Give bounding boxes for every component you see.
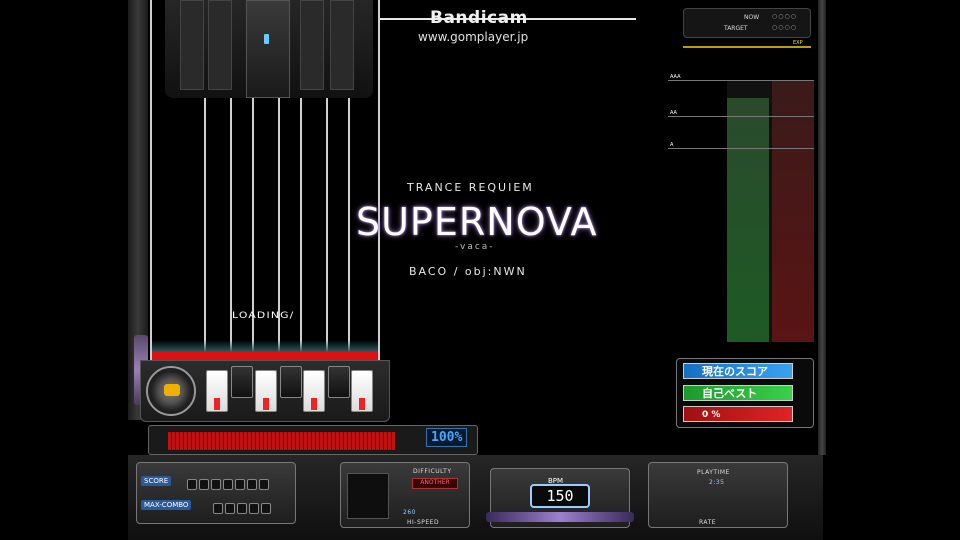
lane-divider <box>326 98 328 356</box>
judge-line <box>152 352 378 360</box>
top-slot <box>180 0 204 90</box>
key-led <box>263 398 269 410</box>
score-panel: SCORE MAX-COMBO <box>136 462 296 524</box>
judge-glow <box>152 340 378 352</box>
bpm-underline <box>486 512 634 522</box>
max-combo-label: MAX-COMBO <box>141 500 192 510</box>
target-tag: EXP <box>793 40 803 46</box>
song-genre: TRANCE REQUIEM <box>407 181 534 194</box>
speed-value: 260 <box>403 509 416 516</box>
grid-label-aa: AA <box>670 110 677 116</box>
song-subtitle: -vaca- <box>455 242 495 252</box>
legend-now-score: 現在のスコア <box>683 363 793 379</box>
header-now-label: NOW <box>744 14 760 21</box>
key-led <box>311 398 317 410</box>
turntable-label <box>164 384 180 396</box>
header-now-dots: ○○○○ <box>772 13 797 20</box>
song-artist: BACO / obj:NWN <box>409 265 527 278</box>
top-slot <box>208 0 232 90</box>
legend-personal-best: 自己ベスト <box>683 385 793 401</box>
loading-text: LOADING/ <box>232 311 295 321</box>
gauge-percent: 100% <box>426 428 468 447</box>
playtime-label: PLAYTIME <box>697 469 730 476</box>
key-led <box>214 398 220 410</box>
top-slot-center <box>246 0 290 98</box>
grid-label-a: A <box>670 142 674 148</box>
key-led <box>359 398 365 410</box>
graph-header: NOW ○○○○ TARGET ○○○○ <box>683 8 811 38</box>
groove-gauge <box>168 432 396 450</box>
lane-divider <box>300 98 302 356</box>
lane-divider <box>204 98 206 356</box>
watermark-url: www.gomplayer.jp <box>418 30 529 44</box>
difficulty-value: ANOTHER <box>412 478 458 489</box>
hi-speed-label: HI-SPEED <box>407 519 440 526</box>
legend-percent: 0 % <box>683 406 793 422</box>
grid-line-aaa <box>668 80 814 81</box>
right-frame <box>818 0 826 455</box>
key-2[interactable] <box>231 366 253 398</box>
now-score-bar <box>727 98 769 342</box>
score-digits <box>187 475 271 490</box>
watermark-title: Bandicam <box>430 8 528 28</box>
difficulty-panel: DIFFICULTY 260 HI-SPEED <box>340 462 470 528</box>
grid-line-aa <box>668 116 814 117</box>
graph-header-line <box>683 46 811 48</box>
key-4[interactable] <box>280 366 302 398</box>
top-indicator-led <box>264 34 269 44</box>
score-label: SCORE <box>141 476 172 486</box>
bpm-value: 150 <box>530 484 590 508</box>
header-target-dots: ○○○○ <box>772 24 797 31</box>
difficulty-label: DIFFICULTY <box>413 468 452 475</box>
grid-label-aaa: AAA <box>670 74 681 80</box>
max-combo-digits <box>213 499 273 514</box>
top-slot <box>300 0 324 90</box>
playtime-panel: PLAYTIME 2:35 RATE <box>648 462 788 528</box>
key-6[interactable] <box>328 366 350 398</box>
option-icons <box>347 473 389 519</box>
target-score-bar <box>772 80 814 342</box>
grid-line-a <box>668 148 814 149</box>
rate-label: RATE <box>699 519 717 526</box>
song-title: SUPERNOVA <box>356 200 598 244</box>
top-slot <box>330 0 354 90</box>
header-target-label: TARGET <box>724 25 748 32</box>
playtime-value: 2:35 <box>709 479 725 486</box>
lane-divider <box>348 98 350 356</box>
